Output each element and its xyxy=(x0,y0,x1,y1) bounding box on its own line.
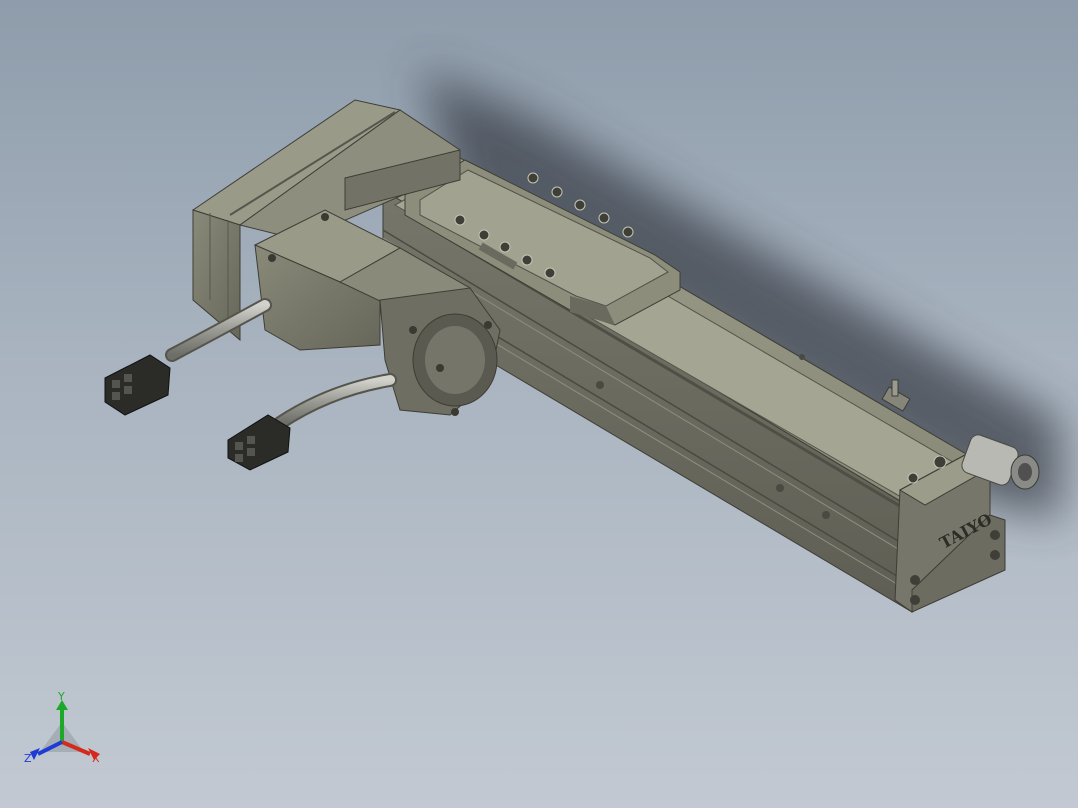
3d-viewport[interactable]: TAIYO Y X Z xyxy=(0,0,1078,808)
orientation-triad[interactable]: Y X Z xyxy=(22,690,112,770)
x-axis-label: X xyxy=(92,752,100,765)
z-axis-label: Z xyxy=(24,752,32,765)
connector-upper[interactable] xyxy=(104,354,171,416)
y-axis-label: Y xyxy=(57,690,65,703)
connector-lower[interactable] xyxy=(227,414,291,471)
cad-model[interactable]: TAIYO xyxy=(0,0,1078,808)
cable-lower xyxy=(273,373,397,430)
